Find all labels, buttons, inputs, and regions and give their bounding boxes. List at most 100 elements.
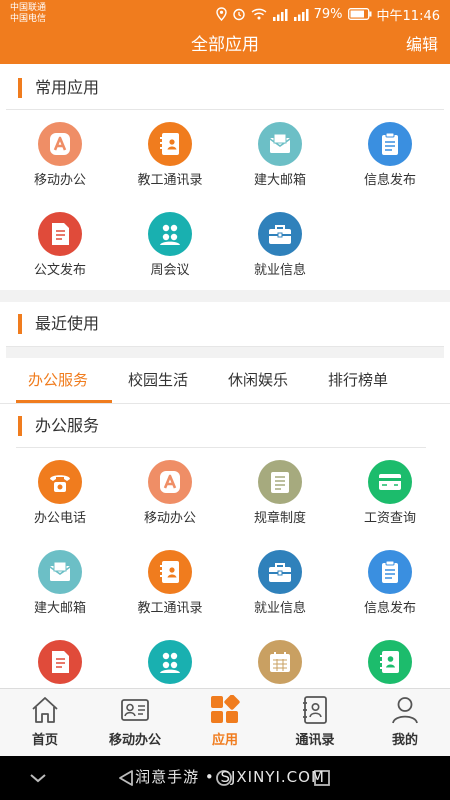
section-header-common: 常用应用 (0, 66, 450, 110)
nav-label-mobile-office: 移动办公 (108, 733, 161, 748)
app-label: 建大邮箱 (253, 173, 306, 188)
signal-icon-1 (272, 8, 288, 21)
common-app-item[interactable]: 建大邮箱 (224, 112, 336, 192)
carrier-label-1: 中国联通 (10, 3, 47, 13)
app-label: 办公电话 (33, 511, 86, 526)
app-label: 规章制度 (253, 511, 306, 526)
tab-rankings[interactable]: 排行榜单 (328, 370, 388, 390)
office-app-item[interactable]: 工资查询 (334, 450, 446, 530)
common-app-item[interactable]: 就业信息 (224, 202, 336, 282)
office-app-item[interactable]: 就业信息 (224, 540, 336, 620)
home-icon (30, 695, 60, 725)
staff-directory-icon (148, 550, 192, 594)
app-header: 中国联通 中国电信 79% 中午11:46 全部应用 编辑 (0, 0, 450, 64)
apps-grid-icon (210, 694, 240, 725)
app-label: 工资查询 (363, 511, 416, 526)
contact-book-icon (368, 640, 412, 684)
id-card-icon (120, 695, 150, 725)
common-app-item[interactable]: 周会议 (114, 202, 226, 282)
section-header-recent: 最近使用 (0, 302, 450, 346)
app-label: 信息发布 (363, 601, 416, 616)
section-separator (0, 290, 450, 302)
battery-percent: 79% (313, 6, 343, 22)
bottom-navigation: 首页 移动办公 应用 通讯录 我的 (0, 688, 450, 756)
staff-directory-icon (148, 122, 192, 166)
title-bar: 全部应用 编辑 (0, 28, 450, 64)
app-label: 教工通讯录 (137, 601, 203, 616)
section-header-office: 办公服务 (0, 404, 450, 448)
signal-icon-2 (293, 8, 309, 21)
nav-home[interactable]: 首页 (0, 689, 90, 757)
app-label: 周会议 (150, 263, 190, 278)
mailbox-icon (258, 122, 302, 166)
app-label: 就业信息 (253, 601, 306, 616)
nav-mine[interactable]: 我的 (360, 689, 450, 757)
nav-apps[interactable]: 应用 (180, 689, 270, 757)
address-book-icon (300, 695, 330, 725)
document-publish-icon (38, 212, 82, 256)
tab-leisure[interactable]: 休闲娱乐 (228, 370, 288, 390)
system-navigation-bar: 润意手游 • SJXINYI.COM (0, 756, 450, 800)
section-accent-bar (18, 416, 22, 436)
common-app-item[interactable]: 教工通讯录 (114, 112, 226, 192)
category-tabs: 办公服务 校园生活 休闲娱乐 排行榜单 (0, 358, 450, 404)
office-app-item[interactable]: 教工通讯录 (114, 540, 226, 620)
app-label: 移动办公 (143, 511, 196, 526)
info-publish-icon (368, 550, 412, 594)
common-app-item[interactable]: 信息发布 (334, 112, 446, 192)
office-app-item[interactable]: 规章制度 (224, 450, 336, 530)
section-accent-bar (18, 78, 22, 98)
office-app-item[interactable]: 建大邮箱 (4, 540, 116, 620)
edit-button[interactable]: 编辑 (406, 34, 438, 56)
mobile-office-icon (148, 460, 192, 504)
calendar-icon (258, 640, 302, 684)
common-app-item[interactable]: 公文发布 (4, 202, 116, 282)
nav-label-apps: 应用 (211, 733, 238, 748)
app-label: 就业信息 (253, 263, 306, 278)
nav-label-home: 首页 (31, 733, 58, 748)
wifi-icon (251, 8, 267, 20)
tab-campus-life[interactable]: 校园生活 (128, 370, 188, 390)
divider (6, 109, 444, 110)
location-icon (215, 7, 227, 21)
office-app-item[interactable]: 办公电话 (4, 450, 116, 530)
section-title-recent: 最近使用 (35, 314, 100, 333)
office-app-item[interactable]: 信息发布 (334, 540, 446, 620)
section-title-common: 常用应用 (35, 78, 100, 97)
employment-icon (258, 212, 302, 256)
employment-icon (258, 550, 302, 594)
meeting-icon (148, 640, 192, 684)
nav-label-contacts: 通讯录 (295, 733, 335, 748)
office-app-item[interactable]: 移动办公 (114, 450, 226, 530)
person-icon (390, 695, 420, 725)
meeting-icon (148, 212, 192, 256)
common-app-item[interactable]: 移动办公 (4, 112, 116, 192)
info-publish-icon (368, 122, 412, 166)
section-title-office: 办公服务 (35, 416, 100, 435)
salary-card-icon (368, 460, 412, 504)
nav-contacts[interactable]: 通讯录 (270, 689, 360, 757)
phone-icon (38, 460, 82, 504)
section-accent-bar (18, 314, 22, 334)
app-label: 信息发布 (363, 173, 416, 188)
mailbox-icon (38, 550, 82, 594)
app-label: 公文发布 (33, 263, 86, 278)
mobile-office-icon (38, 122, 82, 166)
app-label: 移动办公 (33, 173, 86, 188)
document-publish-icon (38, 640, 82, 684)
tab-office-services[interactable]: 办公服务 (28, 370, 88, 390)
status-indicators: 79% 中午11:46 (215, 5, 440, 24)
app-label: 教工通讯录 (137, 173, 203, 188)
regulations-icon (258, 460, 302, 504)
status-bar: 中国联通 中国电信 79% 中午11:46 (0, 0, 450, 28)
battery-icon (347, 8, 372, 20)
hide-nav-chevron-icon[interactable] (28, 769, 48, 791)
nav-mobile-office[interactable]: 移动办公 (90, 689, 180, 757)
section-separator (6, 347, 444, 358)
nav-label-mine: 我的 (391, 733, 418, 748)
page-title: 全部应用 (191, 35, 259, 55)
alarm-icon (232, 7, 246, 21)
carrier-label-2: 中国电信 (10, 14, 47, 24)
divider (16, 447, 426, 448)
clock: 中午11:46 (376, 8, 440, 24)
